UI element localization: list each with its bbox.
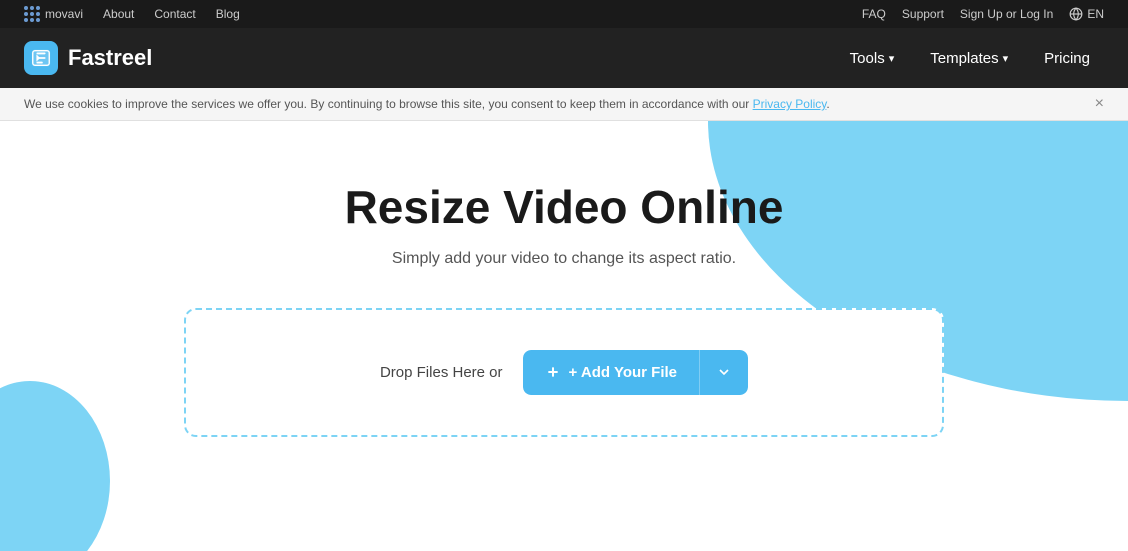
top-bar-left: movavi About Contact Blog <box>24 6 240 22</box>
tools-chevron-icon: ▾ <box>889 52 895 65</box>
templates-menu[interactable]: Templates ▾ <box>916 42 1022 75</box>
hero-subtitle: Simply add your video to change its aspe… <box>114 250 1014 268</box>
movavi-logo: movavi <box>24 6 83 22</box>
templates-chevron-icon: ▾ <box>1003 52 1009 65</box>
circle-bottom-left-decoration <box>0 381 110 551</box>
drop-files-text: Drop Files Here or <box>380 364 503 381</box>
nav-links: Tools ▾ Templates ▾ Pricing <box>836 42 1104 75</box>
language-selector[interactable]: EN <box>1069 7 1104 21</box>
cookie-bar: We use cookies to improve the services w… <box>0 88 1128 121</box>
pricing-link[interactable]: Pricing <box>1030 42 1104 75</box>
add-file-button-group: + Add Your File <box>523 350 749 395</box>
top-bar: movavi About Contact Blog FAQ Support Si… <box>0 0 1128 28</box>
lang-label: EN <box>1087 7 1104 21</box>
hero-content: Resize Video Online Simply add your vide… <box>114 181 1014 308</box>
cookie-close-button[interactable]: × <box>1095 96 1104 112</box>
contact-link[interactable]: Contact <box>154 7 195 21</box>
globe-icon <box>1069 7 1083 21</box>
add-file-dropdown-button[interactable] <box>699 350 748 395</box>
hero-section: Resize Video Online Simply add your vide… <box>0 121 1128 551</box>
chevron-down-icon <box>716 364 732 380</box>
tools-menu[interactable]: Tools ▾ <box>836 42 909 75</box>
cookie-text: We use cookies to improve the services w… <box>24 97 830 111</box>
movavi-dots-icon <box>24 6 40 22</box>
brand-name: Fastreel <box>68 45 152 71</box>
brand-svg-icon <box>30 47 52 69</box>
upload-area: Drop Files Here or + Add Your File <box>184 308 944 437</box>
top-bar-right: FAQ Support Sign Up or Log In EN <box>862 7 1104 21</box>
privacy-policy-link[interactable]: Privacy Policy <box>753 97 827 111</box>
plus-icon <box>545 364 561 380</box>
signup-login-link[interactable]: Sign Up or Log In <box>960 7 1053 21</box>
main-nav: Fastreel Tools ▾ Templates ▾ Pricing <box>0 28 1128 88</box>
about-link[interactable]: About <box>103 7 134 21</box>
add-file-button[interactable]: + Add Your File <box>523 350 700 395</box>
support-link[interactable]: Support <box>902 7 944 21</box>
blog-link[interactable]: Blog <box>216 7 240 21</box>
hero-title: Resize Video Online <box>114 181 1014 234</box>
faq-link[interactable]: FAQ <box>862 7 886 21</box>
brand-logo[interactable]: Fastreel <box>24 41 152 75</box>
fastreel-icon <box>24 41 58 75</box>
movavi-label: movavi <box>45 7 83 21</box>
